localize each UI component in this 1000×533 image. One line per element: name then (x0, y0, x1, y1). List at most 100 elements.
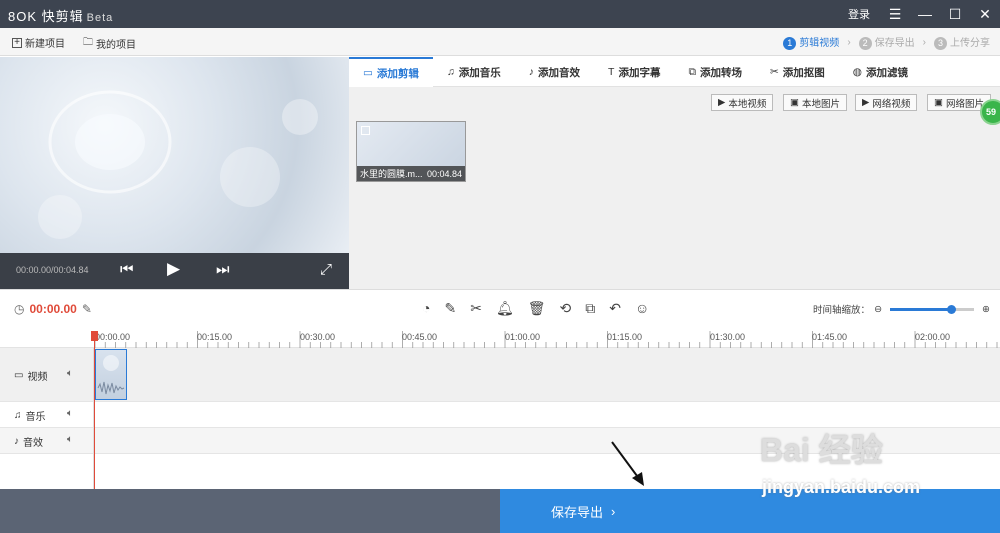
bell-icon[interactable]: 🔔︎ (496, 300, 514, 317)
tab-label: 添加转场 (699, 66, 742, 79)
video-preview (0, 57, 349, 253)
next-frame-icon[interactable]: ⏭ (216, 261, 230, 278)
button-label: 本地视频 (728, 98, 767, 110)
edit-toolbar: ◷ 00:00.00 ✎ ◔ ✎ ✂ 🔔︎ 🗑︎ ⟲ ⧉ ↶ ☺ 时间轴缩放： … (0, 289, 1000, 327)
speaker-icon[interactable]: 🔈︎ (67, 408, 73, 419)
smiley-icon[interactable]: ☺ (635, 300, 649, 317)
menu-icon[interactable]: ☰ (880, 6, 910, 23)
zoom-slider-knob[interactable] (946, 304, 956, 314)
copy-icon[interactable]: ⧉ (585, 300, 595, 317)
cutout-icon: ✂ (769, 66, 779, 78)
zoom-out-icon[interactable]: ⊖ (874, 304, 882, 315)
video-file-icon: ▶ (862, 97, 870, 108)
step-number: 2 (858, 37, 872, 50)
player-timecode: 00:00.00/00:04.84 (16, 265, 89, 275)
step-label: 保存导出 (874, 38, 915, 49)
save-export-label: 保存导出 (551, 504, 604, 520)
clip-name: 水里的圆膜.m... (360, 169, 423, 179)
undo-icon[interactable]: ↶ (609, 300, 621, 317)
folder-icon: 🗀 (83, 37, 93, 48)
ruler-label: 01:15.00 (607, 332, 643, 342)
timeline-ruler[interactable]: 00:00.00 00:15.00 00:30.00 00:45.00 01:0… (0, 327, 1000, 348)
sound-effect-icon: ♪ (14, 436, 19, 447)
tab-add-cutout[interactable]: ✂ 添加抠图 (756, 57, 839, 87)
save-export-button[interactable]: 保存导出 › (500, 489, 1000, 533)
media-library: ▶ 本地视频 ▣ 本地图片 ▶ 网络视频 ▣ 网络图片 水里的圆膜.m... 00:04… (349, 87, 1000, 289)
filter-icon: ◍ (852, 66, 862, 78)
ruler-label: 00:30.00 (300, 332, 336, 342)
title-bar: 8OK 快剪辑 Beta 登录 ☰ — ☐ ✕ (0, 0, 1000, 28)
music-track-label: ♫ 音乐 (14, 408, 46, 423)
my-projects-button[interactable]: 🗀 我的项目 (83, 35, 136, 52)
ruler-label: 00:15.00 (197, 332, 233, 342)
ruler-label: 00:00.00 (95, 332, 131, 342)
speed-icon[interactable]: ◔ (422, 300, 430, 317)
speed-badge[interactable]: 59 (980, 99, 1000, 125)
video-track-label: ▭ 视频 (14, 368, 47, 383)
tab-add-filter[interactable]: ◍ 添加滤镜 (839, 57, 922, 87)
maximize-icon[interactable]: ☐ (940, 6, 970, 23)
sound-effect-icon: ♪ (528, 66, 535, 78)
tab-add-subtitle[interactable]: T 添加字幕 (594, 57, 674, 87)
tab-label: 添加抠图 (782, 66, 825, 79)
local-image-button[interactable]: ▣ 本地图片 (783, 94, 847, 111)
chevron-right-icon: › (922, 36, 926, 48)
watermark-line2: jingyan.baidu.com (762, 477, 921, 497)
new-project-label: 新建项目 (25, 39, 65, 50)
tab-label: 添加音效 (538, 66, 581, 79)
tab-add-sound-effect[interactable]: ♪ 添加音效 (515, 57, 594, 87)
video-track[interactable]: ▭ 视频 🔈︎ (0, 348, 1000, 402)
zoom-in-icon[interactable]: ⊕ (982, 304, 990, 315)
tab-add-music[interactable]: ♫ 添加音乐 (433, 57, 515, 87)
transition-icon: ⧉ (688, 65, 696, 78)
step-number: 3 (934, 37, 947, 50)
video-file-icon: ▶ (718, 97, 726, 108)
edit-tools: ◔ ✎ ✂ 🔔︎ 🗑︎ ⟲ ⧉ ↶ ☺ (422, 300, 649, 317)
zoom-label: 时间轴缩放： (813, 305, 871, 316)
step-share[interactable]: 3 上传分享 (934, 34, 990, 50)
tab-label: 添加剪辑 (376, 67, 419, 80)
step-export[interactable]: 2 保存导出 (858, 34, 915, 50)
clip-checkbox[interactable] (361, 126, 370, 135)
video-camera-icon: ▭ (363, 67, 373, 79)
app-edition: Beta (86, 12, 114, 24)
speaker-icon[interactable]: 🔈︎ (67, 368, 73, 379)
scissors-icon[interactable]: ✂ (470, 300, 482, 317)
clock-icon: ◷ (14, 302, 25, 316)
step-number: 1 (783, 37, 797, 50)
music-icon: ♫ (14, 410, 22, 421)
playhead[interactable] (91, 331, 98, 489)
new-project-button[interactable]: + 新建项目 (12, 35, 65, 50)
previous-frame-icon[interactable]: ⏮ (120, 261, 134, 278)
crop-icon[interactable]: ⟲ (560, 300, 572, 317)
media-clip[interactable]: 水里的圆膜.m... 00:04.84 (356, 121, 466, 182)
trash-icon[interactable]: 🗑︎ (528, 300, 546, 317)
workflow-steps: 1 剪辑视频 › 2 保存导出 › 3 上传分享 (783, 34, 990, 50)
track-name: 音效 (23, 438, 43, 449)
window-controls: 登录 ☰ — ☐ ✕ (848, 0, 1000, 28)
logo-mark: 8OK (8, 9, 38, 24)
button-label: 网络图片 (945, 98, 984, 110)
step-edit[interactable]: 1 剪辑视频 (783, 34, 839, 50)
text-icon: T (608, 66, 615, 78)
ruler-label: 01:45.00 (812, 332, 848, 342)
tab-add-transition[interactable]: ⧉ 添加转场 (674, 57, 756, 87)
step-label: 剪辑视频 (799, 38, 840, 49)
track-name: 视频 (27, 372, 48, 383)
fullscreen-icon[interactable]: ⤢ (320, 261, 332, 278)
current-time-value: 00:00.00 (29, 302, 77, 316)
online-video-button[interactable]: ▶ 网络视频 (855, 94, 918, 111)
edit-pencil-icon[interactable]: ✎ (444, 300, 456, 317)
close-icon[interactable]: ✕ (970, 6, 1000, 23)
minimize-icon[interactable]: — (910, 6, 940, 22)
login-button[interactable]: 登录 (848, 6, 870, 22)
timeline-video-clip[interactable] (95, 349, 127, 400)
sfx-track-label: ♪ 音效 (14, 434, 43, 449)
play-icon[interactable]: ▶ (167, 259, 180, 279)
zoom-slider[interactable] (890, 304, 975, 314)
pencil-icon[interactable]: ✎ (82, 302, 92, 316)
tab-add-clip[interactable]: ▭ 添加剪辑 (349, 57, 433, 87)
player-controls: 00:00.00/00:04.84 ⏮ ▶ ⏭ ⤢ (0, 253, 349, 289)
speaker-icon[interactable]: 🔈︎ (67, 434, 73, 445)
local-video-button[interactable]: ▶ 本地视频 (711, 94, 774, 111)
